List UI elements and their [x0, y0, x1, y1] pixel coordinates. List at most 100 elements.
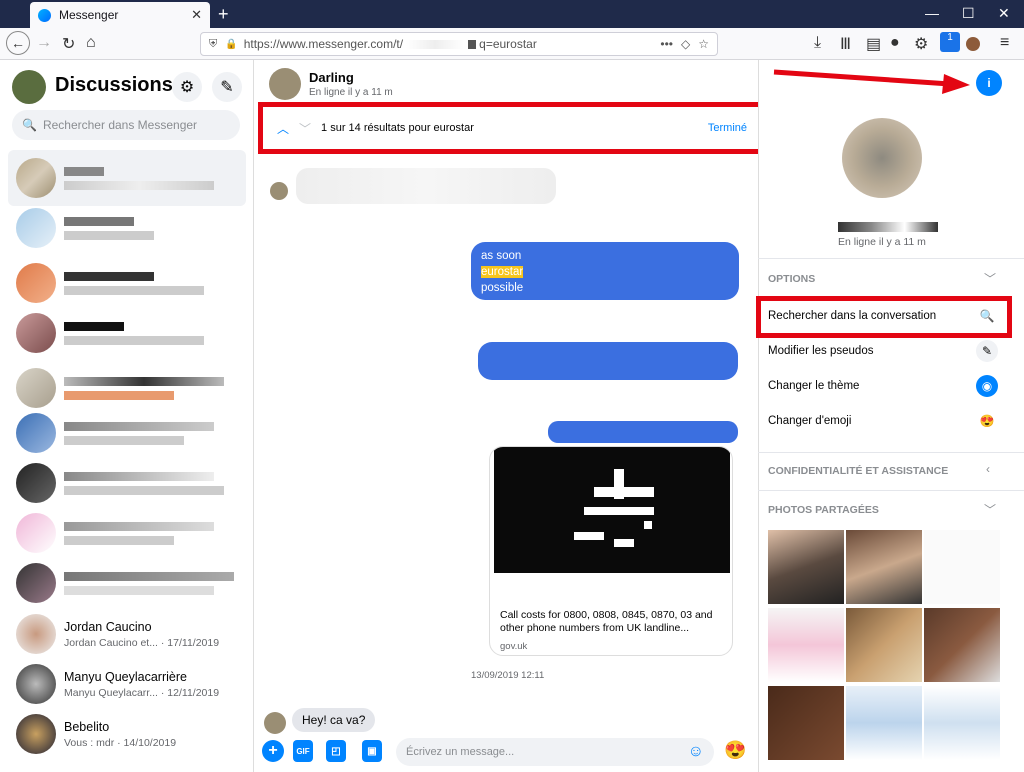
avatar	[16, 263, 56, 303]
conversation-name: Jordan Caucino	[64, 619, 152, 634]
list-item[interactable]: Bebelito Vous : mdr · 14/10/2019	[8, 706, 246, 762]
avatar	[16, 563, 56, 603]
conversation-preview: Vous : mdr · 14/10/2019	[64, 736, 177, 749]
heart-eyes-emoji-icon: 😍	[979, 414, 995, 428]
avatar	[264, 712, 286, 734]
url-bar[interactable]: ⛨ 🔒 https://www.messenger.com/t/ q=euros…	[200, 32, 718, 56]
cookie-icon[interactable]	[966, 37, 980, 51]
info-icon[interactable]: i	[976, 70, 1002, 96]
sidebar-icon[interactable]: ▤	[866, 34, 881, 54]
avatar	[16, 208, 56, 248]
list-item[interactable]	[8, 455, 246, 511]
search-icon: 🔍	[22, 118, 37, 132]
edit-nicknames-option[interactable]: Modifier les pseudos	[768, 345, 873, 357]
link-title: Call costs for 0800, 0808, 0845, 0870, 0…	[500, 609, 713, 634]
chat-status: En ligne il y a 11 m	[309, 87, 393, 98]
url-prefix: https://www.messenger.com/t/	[243, 37, 404, 51]
list-item[interactable]	[8, 150, 246, 206]
contact-status: En ligne il y a 11 m	[838, 236, 926, 248]
new-message-icon[interactable]: ✎	[212, 72, 242, 102]
chevron-down-icon[interactable]: ﹀	[984, 501, 996, 518]
pocket-icon[interactable]: ◇	[681, 37, 690, 51]
search-results-bar: ︿ ﹀ 1 sur 14 résultats pour eurostar Ter…	[258, 102, 766, 154]
avatar	[16, 413, 56, 453]
forward-icon[interactable]: →	[36, 34, 52, 52]
avatar[interactable]	[269, 68, 301, 100]
settings-gear-icon[interactable]: ⚙	[172, 72, 202, 102]
done-button[interactable]: Terminé	[708, 122, 747, 134]
shared-photo[interactable]	[924, 608, 1000, 682]
list-item[interactable]	[8, 555, 246, 611]
list-item[interactable]	[8, 255, 246, 311]
conversation-preview: Manyu Queylacarr... · 12/11/2019	[64, 686, 220, 699]
change-theme-option[interactable]: Changer le thème	[768, 380, 859, 392]
heart-eyes-emoji-icon[interactable]: 😍	[724, 740, 746, 761]
account-icon[interactable]: ●	[890, 34, 900, 52]
close-tab-icon[interactable]: ✕	[191, 7, 202, 23]
conversation-preview: Jordan Caucino et... · 17/11/2019	[64, 636, 220, 649]
minimize-icon[interactable]: —	[925, 5, 939, 21]
home-icon[interactable]: ⌂	[86, 34, 96, 52]
search-result-count: 1 sur 14 résultats pour eurostar	[321, 122, 474, 134]
reload-icon[interactable]: ↻	[62, 34, 75, 54]
message-input[interactable]: Écrivez un message... ☺	[396, 738, 714, 766]
menu-icon[interactable]: ≡	[1000, 34, 1009, 52]
more-icon[interactable]: •••	[660, 37, 673, 51]
download-icon[interactable]: ⤓	[814, 34, 821, 52]
message-bubble-out	[478, 342, 738, 380]
chat-panel: Darling En ligne il y a 11 m	[255, 60, 757, 772]
avatar	[270, 182, 288, 200]
library-icon[interactable]: Ⅲ	[840, 34, 851, 54]
avatar	[16, 463, 56, 503]
link-domain: gov.uk	[500, 641, 528, 652]
extension-icon[interactable]: ⚙	[914, 34, 928, 54]
image-icon[interactable]: ▣	[362, 740, 382, 762]
chevron-down-icon[interactable]: ﹀	[984, 270, 996, 287]
shared-photo[interactable]	[768, 686, 844, 760]
crown-logo-icon	[574, 469, 654, 547]
emoji-icon[interactable]: ☺	[688, 743, 704, 761]
message-bubble-in	[296, 168, 556, 204]
link-preview-card[interactable]: Call costs for 0800, 0808, 0845, 0870, 0…	[489, 446, 733, 656]
avatar	[842, 118, 922, 198]
browser-tab[interactable]: Messenger ✕	[30, 2, 210, 28]
gif-button[interactable]: GIF	[293, 740, 313, 762]
messenger-favicon-icon	[38, 8, 51, 22]
list-item[interactable]	[8, 200, 246, 256]
shared-photos-header[interactable]: PHOTOS PARTAGÉES	[768, 504, 879, 516]
change-emoji-option[interactable]: Changer d'emoji	[768, 415, 851, 427]
extension-badge[interactable]: 1	[940, 32, 960, 52]
annotation-arrow-icon	[773, 69, 970, 94]
chevron-up-icon[interactable]: ︿	[277, 120, 289, 137]
sticker-icon[interactable]: ◰	[326, 740, 346, 762]
shared-photo[interactable]	[924, 530, 1000, 604]
shared-photo[interactable]	[924, 686, 1000, 760]
list-item[interactable]	[8, 505, 246, 561]
privacy-header[interactable]: CONFIDENTIALITÉ ET ASSISTANCE	[768, 465, 948, 477]
new-tab-icon[interactable]: +	[218, 4, 229, 25]
list-item[interactable]	[8, 305, 246, 361]
close-window-icon[interactable]: ✕	[998, 5, 1010, 22]
maximize-icon[interactable]: ☐	[962, 5, 975, 22]
list-item[interactable]	[8, 405, 246, 461]
chevron-down-icon[interactable]: ﹀	[299, 120, 311, 137]
options-header[interactable]: OPTIONS	[768, 273, 815, 285]
link-preview-image	[494, 447, 730, 573]
plus-icon[interactable]: +	[262, 740, 284, 762]
bookmark-star-icon[interactable]: ☆	[698, 37, 709, 51]
list-item[interactable]: Jordan Caucino Jordan Caucino et... · 17/…	[8, 606, 246, 662]
shared-photo[interactable]	[768, 608, 844, 682]
shared-photo[interactable]	[768, 530, 844, 604]
shared-photo[interactable]	[846, 608, 922, 682]
avatar	[16, 513, 56, 553]
chevron-left-icon[interactable]: ‹	[986, 462, 990, 476]
shared-photo[interactable]	[846, 686, 922, 760]
search-input[interactable]: 🔍 Rechercher dans Messenger	[12, 110, 240, 140]
avatar	[16, 714, 56, 754]
composer-placeholder: Écrivez un message...	[406, 746, 515, 758]
avatar[interactable]	[12, 70, 46, 104]
shared-photo[interactable]	[846, 530, 922, 604]
list-item[interactable]: Manyu Queylacarrière Manyu Queylacarr... …	[8, 656, 246, 712]
message-line: possible	[481, 282, 524, 294]
back-icon[interactable]: ←	[6, 31, 30, 55]
